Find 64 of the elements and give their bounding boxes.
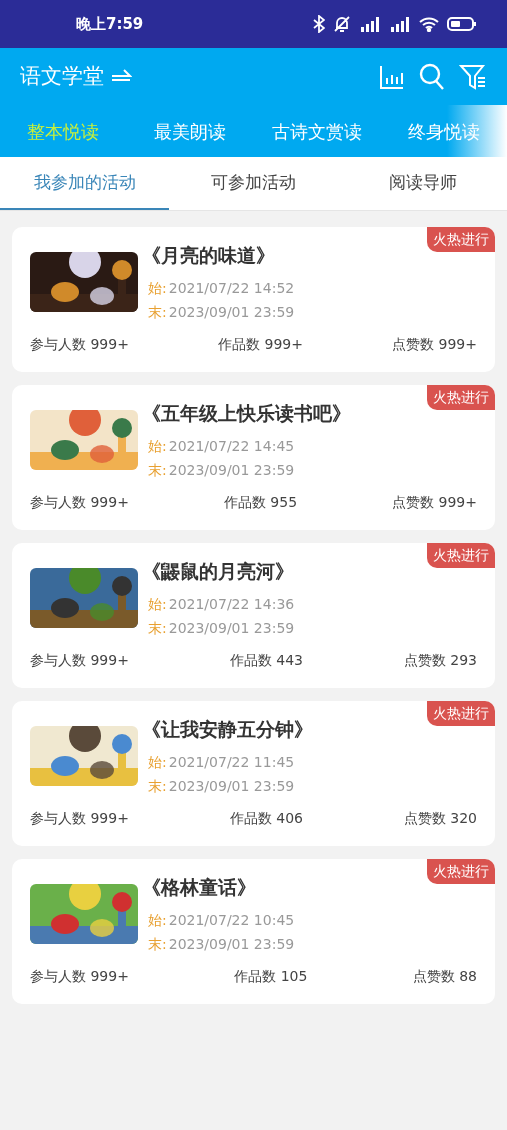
stat-text: 作品数 105 — [234, 966, 308, 986]
end-label: 末: — [148, 618, 167, 638]
status-badge: 火热进行 — [427, 701, 495, 726]
app-title: 语文学堂 — [20, 62, 104, 90]
status-badge: 火热进行 — [427, 227, 495, 252]
end-label: 末: — [148, 934, 167, 954]
stat-text: 参与人数 999+ — [30, 650, 129, 670]
stat-text: 点赞数 999+ — [392, 492, 477, 512]
end-label: 末: — [148, 302, 167, 322]
activity-card[interactable]: 火热进行 《鼹鼠的月亮河》 始:2021/07/22 14:36 末:2023/09/01 23:59 参与人数 999+ 作品数 443 点赞数 293 — [12, 543, 495, 688]
wifi-icon — [419, 16, 439, 32]
end-time: 2023/09/01 23:59 — [168, 934, 295, 954]
end-time: 2023/09/01 23:59 — [168, 302, 295, 322]
stat-text: 参与人数 999+ — [30, 808, 129, 828]
battery-icon — [447, 16, 477, 32]
stat-text: 作品数 443 — [229, 650, 303, 670]
stat-text: 参与人数 999+ — [30, 492, 129, 512]
start-label: 始: — [148, 752, 167, 772]
sub-tab[interactable]: 阅读导师 — [338, 157, 507, 210]
activity-card[interactable]: 火热进行 《月亮的味道》 始:2021/07/22 14:52 末:2023/09/01 23:59 参与人数 999+ 作品数 999+ 点赞数 999+ — [12, 227, 495, 372]
start-time: 2021/07/22 14:52 — [168, 278, 295, 298]
stat-text: 点赞数 88 — [412, 966, 477, 986]
status-badge: 火热进行 — [427, 859, 495, 884]
stat-text: 作品数 955 — [223, 492, 298, 512]
end-time: 2023/09/01 23:59 — [168, 776, 295, 796]
stat-text: 点赞数 999+ — [392, 334, 477, 354]
activity-title: 《五年级上快乐读书吧》 — [142, 401, 351, 426]
end-time: 2023/09/01 23:59 — [168, 618, 295, 638]
start-time: 2021/07/22 14:36 — [168, 594, 295, 614]
search-icon[interactable] — [419, 62, 445, 91]
activity-title: 《格林童话》 — [142, 875, 257, 900]
start-time: 2021/07/22 14:45 — [168, 436, 295, 456]
sub-tab[interactable]: 我参加的活动 — [0, 157, 169, 210]
signal-icon — [389, 16, 411, 32]
stat-text: 点赞数 293 — [403, 650, 477, 670]
filter-icon[interactable] — [459, 63, 487, 90]
activity-card[interactable]: 火热进行 《五年级上快乐读书吧》 始:2021/07/22 14:45 末:2023/09/01 23:59 参与人数 999+ 作品数 955 点赞数 999+ — [12, 385, 495, 530]
status-badge: 火热进行 — [427, 385, 495, 410]
end-label: 末: — [148, 460, 167, 480]
start-label: 始: — [148, 278, 167, 298]
mute-icon — [333, 15, 351, 33]
stat-text: 参与人数 999+ — [30, 334, 129, 354]
bluetooth-icon — [313, 15, 325, 33]
chart-icon[interactable] — [379, 63, 405, 90]
status-time: 晚上7:59 — [76, 13, 144, 35]
activity-card[interactable]: 火热进行 《格林童话》 始:2021/07/22 10:45 末:2023/09/01 23:59 参与人数 999+ 作品数 105 点赞数 88 — [12, 859, 495, 1004]
end-label: 末: — [148, 776, 167, 796]
end-time: 2023/09/01 23:59 — [168, 460, 295, 480]
activity-title: 《鼹鼠的月亮河》 — [142, 559, 295, 584]
start-time: 2021/07/22 11:45 — [168, 752, 295, 772]
stat-text: 参与人数 999+ — [30, 966, 129, 986]
activity-title: 《月亮的味道》 — [142, 243, 276, 268]
activity-title: 《让我安静五分钟》 — [142, 717, 313, 742]
signal-icon — [359, 16, 381, 32]
status-badge: 火热进行 — [427, 543, 495, 568]
start-label: 始: — [148, 910, 167, 930]
stat-text: 作品数 999+ — [218, 334, 303, 354]
start-label: 始: — [148, 436, 167, 456]
activity-card[interactable]: 火热进行 《让我安静五分钟》 始:2021/07/22 11:45 末:2023/09/01 23:59 参与人数 999+ 作品数 406 点赞数 320 — [12, 701, 495, 846]
sub-tab[interactable]: 可参加活动 — [169, 157, 338, 210]
stat-text: 作品数 406 — [229, 808, 303, 828]
start-time: 2021/07/22 10:45 — [168, 910, 295, 930]
start-label: 始: — [148, 594, 167, 614]
stat-text: 点赞数 320 — [403, 808, 477, 828]
